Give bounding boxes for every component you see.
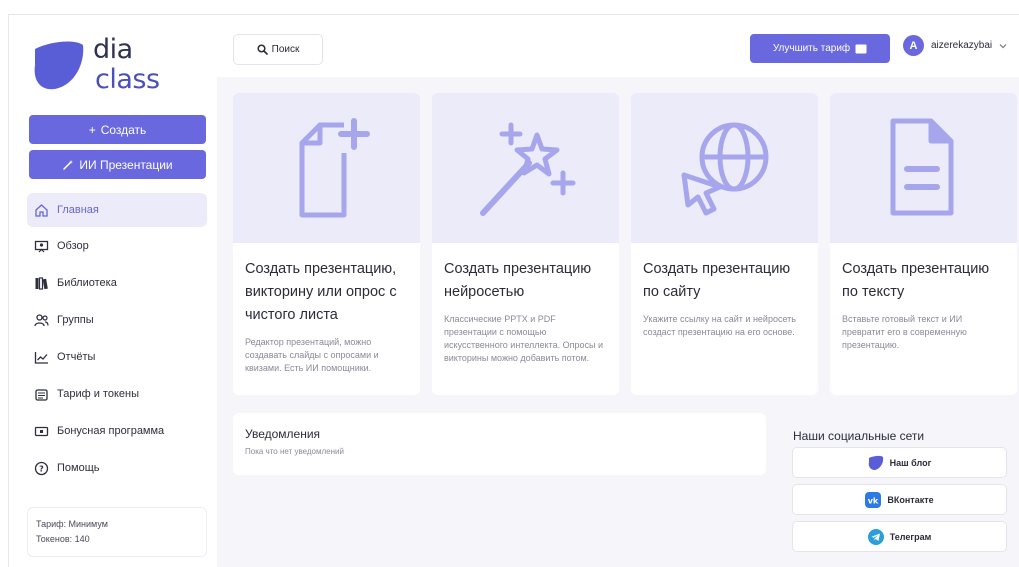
- plus-icon: +: [88, 122, 96, 137]
- sidebar-item-label: Группы: [57, 314, 94, 326]
- main-content: Поиск Улучшить тариф A aizerekazybai Соз…: [217, 15, 1019, 567]
- sidebar-item-label: Бонусная программа: [57, 425, 165, 437]
- bonus-icon: [33, 423, 49, 439]
- sidebar-item-label: Отчёты: [57, 351, 96, 363]
- sidebar-item-bonus[interactable]: Бонусная программа: [27, 414, 207, 448]
- create-blank-card[interactable]: Создать презентацию, викторину или опрос…: [233, 93, 420, 395]
- globe-cursor-icon: [681, 122, 768, 216]
- library-icon: [33, 275, 49, 291]
- social-vk-label: ВКонтакте: [887, 494, 934, 505]
- logo-text: dia class: [93, 35, 160, 95]
- logo-icon: [34, 41, 84, 90]
- sidebar-item-help[interactable]: ? Помощь: [27, 451, 207, 485]
- sidebar-item-label: Библиотека: [57, 277, 117, 289]
- card-illustration: [830, 93, 1017, 243]
- social-telegram-button[interactable]: Телеграм: [792, 521, 1007, 552]
- avatar: A: [903, 35, 924, 56]
- logo-text-dia: dia: [93, 34, 133, 65]
- notifications-title: Уведомления: [245, 427, 321, 441]
- card-description: Редактор презентаций, можно создавать сл…: [245, 337, 379, 373]
- notifications-empty-text: Пока что нет уведомлений: [245, 447, 344, 456]
- upgrade-plan-button[interactable]: Улучшить тариф: [750, 34, 890, 63]
- ai-presentations-label: ИИ Презентации: [79, 157, 173, 172]
- card-illustration: [233, 93, 420, 243]
- blog-icon: [868, 455, 883, 470]
- user-menu[interactable]: A aizerekazybai: [903, 35, 1007, 56]
- card-description: Вставьте готовый текст и ИИ превратит ег…: [842, 314, 967, 350]
- upgrade-label: Улучшить тариф: [772, 43, 851, 54]
- sidebar-item-label: Главная: [57, 204, 99, 216]
- social-blog-label: Наш блог: [889, 457, 932, 468]
- help-icon: ?: [33, 460, 49, 476]
- social-blog-button[interactable]: Наш блог: [792, 447, 1007, 478]
- new-document-icon: [299, 118, 370, 218]
- card-title: Создать презентацию по сайту: [643, 261, 791, 300]
- card-illustration: [631, 93, 818, 243]
- telegram-icon: [867, 528, 884, 545]
- sidebar-item-tariff[interactable]: Тариф и токены: [27, 377, 207, 411]
- logo[interactable]: dia class: [31, 33, 171, 103]
- social-vk-button[interactable]: vk ВКонтакте: [792, 484, 1007, 515]
- sidebar-item-label: Тариф и токены: [57, 388, 139, 400]
- create-from-site-card[interactable]: Создать презентацию по сайту Укажите ссы…: [631, 93, 818, 395]
- home-icon: [33, 202, 49, 218]
- plan-tariff: Тариф: Минимум: [36, 519, 108, 529]
- card-description: Классические PPTX и PDF презентации с по…: [444, 314, 603, 363]
- notifications-panel: Уведомления Пока что нет уведомлений: [233, 413, 766, 475]
- search-icon: [257, 44, 268, 55]
- users-icon: [33, 312, 49, 328]
- social-telegram-label: Телеграм: [889, 531, 932, 542]
- coins-icon: [33, 386, 49, 402]
- sidebar-item-reports[interactable]: Отчёты: [27, 340, 207, 374]
- search-button[interactable]: Поиск: [233, 34, 323, 65]
- card-icon: [855, 44, 867, 53]
- sidebar-item-library[interactable]: Библиотека: [27, 266, 207, 300]
- card-title: Создать презентацию нейросетью: [444, 261, 592, 300]
- ai-presentations-button[interactable]: ИИ Презентации: [29, 150, 206, 179]
- plan-tokens: Токенов: 140: [36, 534, 90, 544]
- svg-text:?: ?: [39, 464, 44, 473]
- top-bar: Поиск Улучшить тариф A aizerekazybai: [217, 15, 1019, 77]
- sidebar-item-groups[interactable]: Группы: [27, 303, 207, 337]
- create-ai-card[interactable]: Создать презентацию нейросетью Классичес…: [432, 93, 619, 395]
- sidebar-item-home[interactable]: Главная: [27, 193, 207, 227]
- plan-info[interactable]: Тариф: Минимум Токенов: 140: [27, 507, 207, 557]
- sidebar-item-label: Обзор: [57, 240, 89, 252]
- presentation-icon: [33, 238, 49, 254]
- logo-text-class: class: [95, 64, 160, 95]
- card-title: Создать презентацию, викторину или опрос…: [245, 261, 397, 323]
- magic-wand-icon: [479, 122, 575, 216]
- username: aizerekazybai: [931, 40, 993, 51]
- chevron-down-icon: [999, 43, 1007, 48]
- create-from-text-card[interactable]: Создать презентацию по тексту Вставьте г…: [830, 93, 1017, 395]
- card-description: Укажите ссылку на сайт и нейросеть созда…: [643, 314, 796, 337]
- chart-icon: [33, 349, 49, 365]
- sidebar: dia class + Создать ИИ Презентации Главн…: [9, 15, 217, 567]
- create-button-label: Создать: [100, 122, 147, 137]
- svg-text:vk: vk: [868, 496, 879, 505]
- sidebar-item-label: Помощь: [57, 462, 100, 474]
- card-title: Создать презентацию по тексту: [842, 261, 990, 300]
- app-window: dia class + Создать ИИ Презентации Главн…: [8, 14, 1019, 567]
- text-document-icon: [890, 118, 953, 216]
- card-illustration: [432, 93, 619, 243]
- search-label: Поиск: [271, 44, 300, 55]
- social-title: Наши социальные сети: [793, 429, 925, 443]
- create-button[interactable]: + Создать: [29, 115, 206, 144]
- sidebar-item-overview[interactable]: Обзор: [27, 229, 207, 263]
- magic-wand-icon: [63, 159, 74, 170]
- vk-icon: vk: [865, 491, 882, 508]
